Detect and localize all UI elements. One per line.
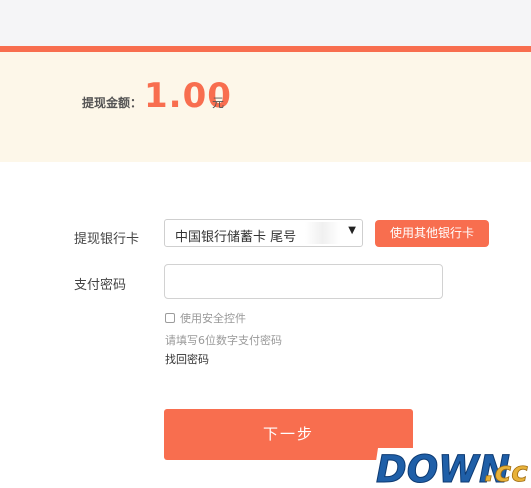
retrieve-password-link[interactable]: 找回密码 (165, 351, 209, 367)
password-hint: 请填写6位数字支付密码 (165, 334, 282, 347)
secure-control-option[interactable]: 使用安全控件 (165, 310, 246, 326)
amount-panel (0, 52, 531, 162)
secure-control-checkbox[interactable] (165, 313, 175, 323)
use-other-bank-card-button[interactable]: 使用其他银行卡 (375, 220, 489, 247)
top-bar (0, 0, 531, 46)
watermark-suffix-text: .cc (484, 455, 528, 488)
bank-card-select[interactable]: 中国银行储蓄卡 尾号 ▼ (164, 219, 363, 247)
payment-password-label: 支付密码 (74, 278, 127, 293)
dropdown-arrow-icon: ▼ (348, 225, 356, 236)
masked-card-number (305, 222, 349, 244)
amount-label: 提现金额： (82, 96, 143, 110)
payment-password-input[interactable] (164, 264, 443, 299)
bank-card-label: 提现银行卡 (74, 232, 140, 247)
down-cc-watermark-logo: DOWN .cc (372, 448, 531, 488)
amount-unit: 元 (212, 96, 225, 110)
bank-card-selected-value: 中国银行储蓄卡 尾号 (175, 230, 297, 245)
secure-control-label: 使用安全控件 (180, 312, 246, 325)
